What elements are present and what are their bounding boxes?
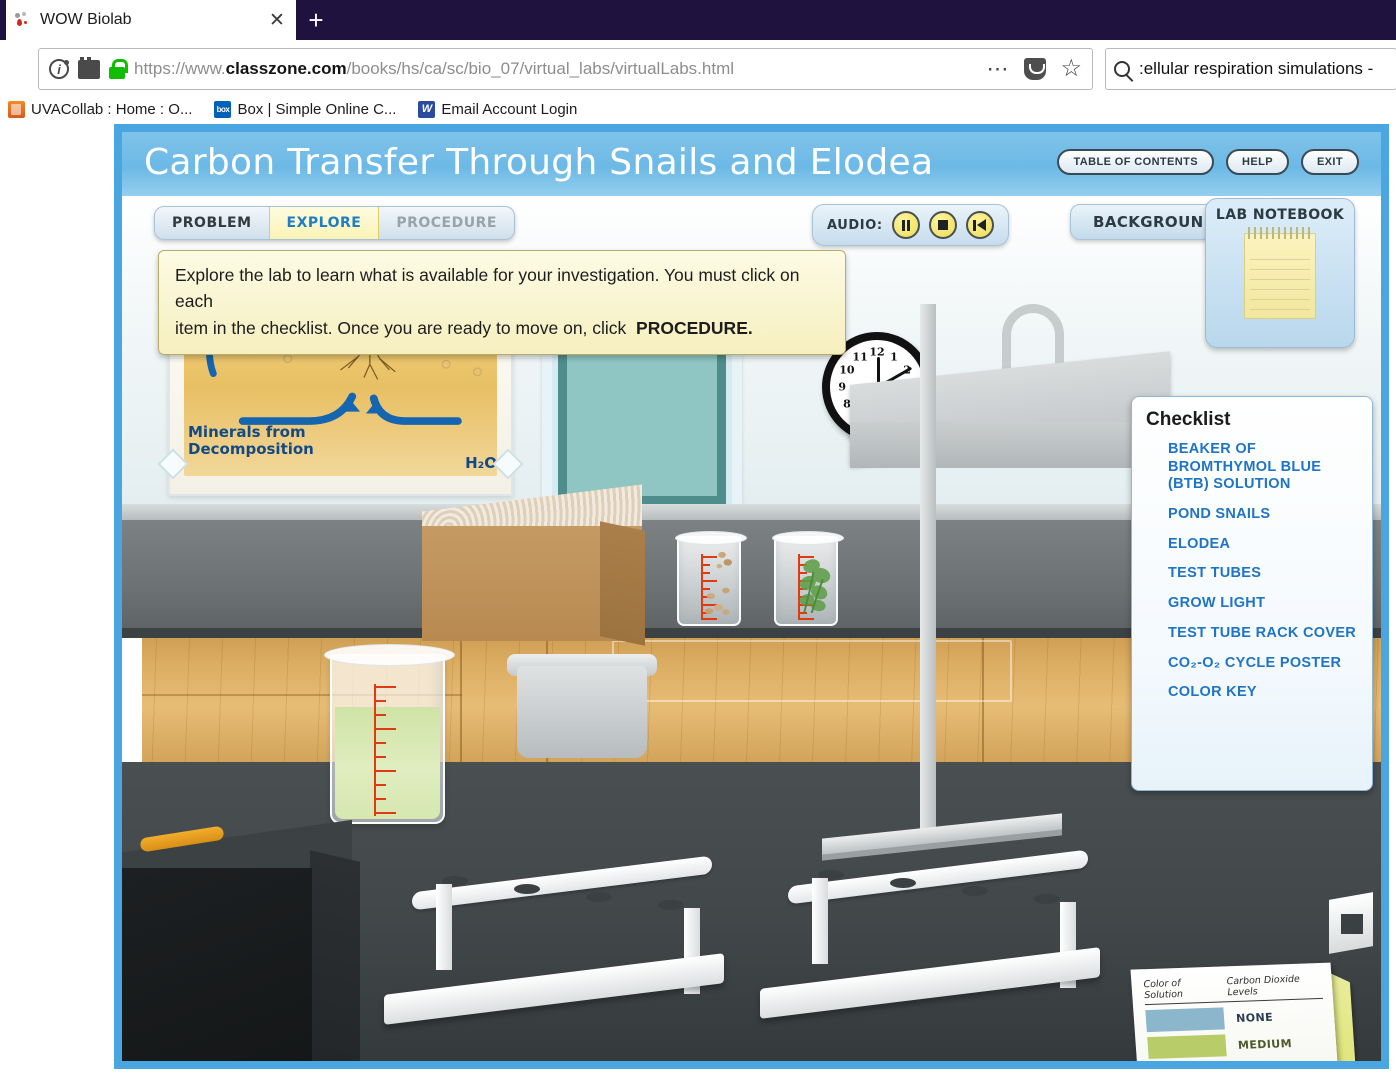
checklist-item-elodea[interactable]: ELODEA: [1168, 536, 1358, 554]
dark-cabinet[interactable]: [122, 868, 312, 1061]
bookmark-uvacollab[interactable]: UVACollab : Home : O...: [8, 100, 193, 118]
elodea-beaker[interactable]: [772, 531, 844, 626]
url-bar[interactable]: i https://www.classzone.com/books/hs/ca/…: [38, 48, 1093, 90]
bookmark-label: Box | Simple Online C...: [237, 100, 397, 118]
grow-light-stand-pole[interactable]: [920, 304, 936, 839]
color-swatch-none: [1145, 1007, 1225, 1033]
page-title: Carbon Transfer Through Snails and Elode…: [144, 142, 934, 183]
help-button[interactable]: HELP: [1226, 149, 1289, 175]
bookmark-label: Email Account Login: [441, 100, 578, 118]
clock-numeral: 9: [838, 380, 847, 394]
pause-icon[interactable]: [891, 211, 920, 239]
more-dots-icon[interactable]: ⋯: [986, 58, 1010, 80]
browser-tab-title: WOW Biolab: [40, 11, 132, 28]
stop-icon[interactable]: [928, 211, 957, 239]
tab-procedure[interactable]: PROCEDURE: [379, 207, 514, 239]
url-scheme: https://www.: [134, 59, 226, 78]
navigation-bar: i https://www.classzone.com/books/hs/ca/…: [0, 40, 1396, 96]
clock-numeral: 10: [839, 363, 855, 377]
dark-cabinet-side: [310, 850, 360, 1061]
star-icon[interactable]: ☆: [1060, 57, 1082, 81]
elodea-plant-icon: [799, 559, 831, 614]
url-actions: ⋯ ☆: [986, 57, 1082, 81]
bookmark-email[interactable]: W Email Account Login: [418, 100, 578, 118]
clock-numeral: 11: [852, 350, 868, 364]
lab-tabs: PROBLEM EXPLORE PROCEDURE: [154, 206, 515, 240]
color-key-card[interactable]: Color of Solution Carbon Dioxide Levels …: [1130, 962, 1340, 1061]
color-swatch-medium: [1147, 1034, 1227, 1060]
checklist-item-rack-cover[interactable]: TEST TUBE RACK COVER: [1168, 625, 1358, 643]
instruction-tooltip: Explore the lab to learn what is availab…: [158, 250, 846, 355]
url-path: /books/hs/ca/sc/bio_07/virtual_labs/virt…: [346, 59, 735, 78]
info-icon[interactable]: i: [49, 59, 69, 79]
tab-strip: WOW Biolab ✕ +: [0, 0, 1396, 40]
supply-box-side: [600, 521, 645, 646]
snails-icon: [704, 551, 732, 615]
faucet-icon: [1002, 304, 1064, 364]
color-key-row: MEDIUM: [1147, 1031, 1327, 1060]
pond-snails-beaker[interactable]: [675, 531, 747, 626]
color-key-row: HIGH: [1149, 1058, 1329, 1061]
header-buttons: TABLE OF CONTENTS HELP EXIT: [1057, 149, 1359, 175]
waste-bin: [517, 666, 647, 758]
search-bar[interactable]: :ellular respiration simulations -: [1105, 48, 1396, 90]
sink-counter-front: [850, 422, 1170, 468]
exit-button[interactable]: EXIT: [1300, 149, 1359, 175]
tooltip-procedure-emphasis: PROCEDURE.: [636, 317, 753, 338]
color-key-row: NONE: [1145, 1004, 1325, 1033]
color-key-label: NONE: [1235, 1010, 1274, 1025]
tooltip-line-2-text: item in the checklist. Once you are read…: [175, 317, 627, 338]
audio-controls: AUDIO:: [812, 204, 1009, 246]
biolab-favicon-icon: [14, 11, 32, 29]
uvacollab-icon: [8, 100, 25, 118]
browser-chrome: WOW Biolab ✕ + i https://www.classzone.c…: [0, 0, 1396, 122]
url-text: https://www.classzone.com/books/hs/ca/sc…: [134, 59, 976, 79]
table-of-contents-button[interactable]: TABLE OF CONTENTS: [1057, 149, 1214, 175]
tab-explore[interactable]: EXPLORE: [268, 207, 380, 239]
tooltip-line-1: Explore the lab to learn what is availab…: [175, 265, 800, 312]
audio-label: AUDIO:: [827, 217, 883, 233]
checklist-item-grow-light[interactable]: GROW LIGHT: [1168, 595, 1358, 613]
checklist-item-btb[interactable]: BEAKER OF BROMTHYMOL BLUE (BTB) SOLUTION: [1168, 441, 1358, 494]
lab-notebook-button[interactable]: LAB NOTEBOOK: [1205, 198, 1355, 348]
lock-icon[interactable]: [109, 59, 128, 79]
reader-card-icon[interactable]: [78, 56, 100, 79]
checklist-item-color-key[interactable]: COLOR KEY: [1168, 684, 1358, 702]
search-input[interactable]: :ellular respiration simulations -: [1139, 59, 1373, 79]
tab-problem[interactable]: PROBLEM: [155, 207, 269, 239]
color-key-header-levels: Carbon Dioxide Levels: [1226, 973, 1301, 999]
poster-minerals-label: Minerals from Decomposition: [188, 422, 314, 458]
app-header: Carbon Transfer Through Snails and Elode…: [122, 132, 1381, 196]
bookmark-label: UVACollab : Home : O...: [31, 100, 193, 118]
edge-object-shadow: [1341, 914, 1363, 934]
color-key-label: MEDIUM: [1237, 1036, 1293, 1052]
close-icon[interactable]: ✕: [266, 11, 288, 30]
bookmark-box[interactable]: box Box | Simple Online C...: [214, 100, 397, 118]
notepad-icon: [1244, 227, 1316, 319]
box-icon: box: [214, 100, 232, 118]
lab-notebook-label: LAB NOTEBOOK: [1215, 207, 1345, 223]
virtual-lab-stage: Minerals from Decomposition H₂O 12 1 2 3…: [114, 124, 1389, 1069]
search-icon: [1114, 61, 1130, 77]
browser-tab[interactable]: WOW Biolab ✕: [6, 0, 296, 40]
bookmarks-bar: UVACollab : Home : O... box Box | Simple…: [0, 96, 1396, 122]
checklist-title: Checklist: [1146, 409, 1231, 430]
rewind-icon[interactable]: [965, 211, 994, 239]
checklist-panel: Checklist BEAKER OF BROMTHYMOL BLUE (BTB…: [1131, 396, 1373, 791]
checklist-items: BEAKER OF BROMTHYMOL BLUE (BTB) SOLUTION…: [1146, 441, 1358, 702]
checklist-item-pond-snails[interactable]: POND SNAILS: [1168, 506, 1358, 524]
url-domain: classzone.com: [225, 59, 347, 78]
new-tab-button[interactable]: +: [300, 6, 332, 36]
pocket-icon[interactable]: [1024, 58, 1047, 80]
tooltip-line-2: item in the checklist. Once you are read…: [175, 315, 829, 341]
checklist-item-cycle-poster[interactable]: CO₂-O₂ CYCLE POSTER: [1168, 655, 1358, 673]
clock-numeral: 1: [890, 350, 898, 364]
btb-beaker[interactable]: [324, 644, 455, 824]
checklist-item-test-tubes[interactable]: TEST TUBES: [1168, 565, 1358, 583]
email-icon: W: [418, 100, 436, 118]
color-key-header-color: Color of Solution: [1143, 977, 1184, 1002]
